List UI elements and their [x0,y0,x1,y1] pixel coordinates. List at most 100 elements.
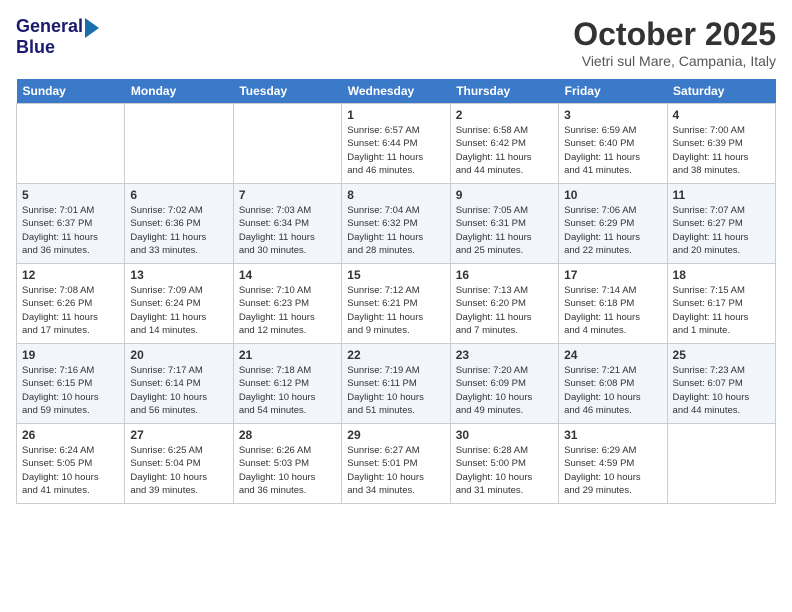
logo: General Blue [16,16,99,58]
calendar-cell: 21Sunrise: 7:18 AM Sunset: 6:12 PM Dayli… [233,344,341,424]
day-info: Sunrise: 7:09 AM Sunset: 6:24 PM Dayligh… [130,284,227,337]
day-info: Sunrise: 7:01 AM Sunset: 6:37 PM Dayligh… [22,204,119,257]
day-info: Sunrise: 7:18 AM Sunset: 6:12 PM Dayligh… [239,364,336,417]
day-info: Sunrise: 7:10 AM Sunset: 6:23 PM Dayligh… [239,284,336,337]
logo-arrow-icon [85,18,99,38]
weekday-header-tuesday: Tuesday [233,79,341,104]
day-info: Sunrise: 7:21 AM Sunset: 6:08 PM Dayligh… [564,364,661,417]
calendar-cell: 10 Sunrise: 7:06 AM Sunset: 6:29 PM Dayli… [559,184,667,264]
calendar-cell: 14 Sunrise: 7:10 AM Sunset: 6:23 PM Dayli… [233,264,341,344]
day-info: Sunrise: 7:13 AM Sunset: 6:20 PM Dayligh… [456,284,553,337]
day-number: 7 [239,188,336,202]
day-info: Sunrise: 6:26 AM Sunset: 5:03 PM Dayligh… [239,444,336,497]
day-number: 22 [347,348,444,362]
calendar-cell: 1 Sunrise: 6:57 AM Sunset: 6:44 PM Daylig… [342,104,450,184]
week-row-1: 1 Sunrise: 6:57 AM Sunset: 6:44 PM Daylig… [17,104,776,184]
day-number: 6 [130,188,227,202]
day-info: Sunrise: 7:12 AM Sunset: 6:21 PM Dayligh… [347,284,444,337]
day-info: Sunrise: 7:08 AM Sunset: 6:26 PM Dayligh… [22,284,119,337]
calendar-cell: 22 Sunrise: 7:19 AM Sunset: 6:11 PM Dayli… [342,344,450,424]
calendar-cell: 25 Sunrise: 7:23 AM Sunset: 6:07 PM Dayli… [667,344,775,424]
day-info: Sunrise: 7:23 AM Sunset: 6:07 PM Dayligh… [673,364,770,417]
day-info: Sunrise: 6:29 AM Sunset: 4:59 PM Dayligh… [564,444,661,497]
day-info: Sunrise: 7:06 AM Sunset: 6:29 PM Dayligh… [564,204,661,257]
calendar-cell: 16 Sunrise: 7:13 AM Sunset: 6:20 PM Dayli… [450,264,558,344]
week-row-5: 26 Sunrise: 6:24 AM Sunset: 5:05 PM Dayli… [17,424,776,504]
day-info: Sunrise: 7:14 AM Sunset: 6:18 PM Dayligh… [564,284,661,337]
day-number: 1 [347,108,444,122]
day-number: 18 [673,268,770,282]
day-number: 19 [22,348,119,362]
calendar-cell: 5 Sunrise: 7:01 AM Sunset: 6:37 PM Daylig… [17,184,125,264]
day-number: 28 [239,428,336,442]
day-info: Sunrise: 7:19 AM Sunset: 6:11 PM Dayligh… [347,364,444,417]
calendar-cell [17,104,125,184]
day-info: Sunrise: 7:07 AM Sunset: 6:27 PM Dayligh… [673,204,770,257]
calendar-cell: 20 Sunrise: 7:17 AM Sunset: 6:14 PM Dayli… [125,344,233,424]
day-number: 27 [130,428,227,442]
day-info: Sunrise: 6:57 AM Sunset: 6:44 PM Dayligh… [347,124,444,177]
day-info: Sunrise: 7:04 AM Sunset: 6:32 PM Dayligh… [347,204,444,257]
calendar-cell: 30 Sunrise: 6:28 AM Sunset: 5:00 PM Dayli… [450,424,558,504]
day-number: 11 [673,188,770,202]
calendar-cell [667,424,775,504]
calendar-cell: 12Sunrise: 7:08 AM Sunset: 6:26 PM Dayli… [17,264,125,344]
day-info: Sunrise: 7:05 AM Sunset: 6:31 PM Dayligh… [456,204,553,257]
calendar-cell: 18 Sunrise: 7:15 AM Sunset: 6:17 PM Dayli… [667,264,775,344]
day-info: Sunrise: 7:16 AM Sunset: 6:15 PM Dayligh… [22,364,119,417]
day-number: 14 [239,268,336,282]
calendar-cell: 13 Sunrise: 7:09 AM Sunset: 6:24 PM Dayli… [125,264,233,344]
calendar-cell: 9 Sunrise: 7:05 AM Sunset: 6:31 PM Daylig… [450,184,558,264]
calendar-cell: 19 Sunrise: 7:16 AM Sunset: 6:15 PM Dayli… [17,344,125,424]
day-info: Sunrise: 6:28 AM Sunset: 5:00 PM Dayligh… [456,444,553,497]
location-subtitle: Vietri sul Mare, Campania, Italy [573,53,776,69]
calendar-cell: 24Sunrise: 7:21 AM Sunset: 6:08 PM Dayli… [559,344,667,424]
weekday-header-monday: Monday [125,79,233,104]
day-number: 29 [347,428,444,442]
calendar-cell: 8 Sunrise: 7:04 AM Sunset: 6:32 PM Daylig… [342,184,450,264]
calendar-cell: 31Sunrise: 6:29 AM Sunset: 4:59 PM Dayli… [559,424,667,504]
weekday-header-sunday: Sunday [17,79,125,104]
calendar-cell: 28 Sunrise: 6:26 AM Sunset: 5:03 PM Dayli… [233,424,341,504]
day-number: 25 [673,348,770,362]
day-number: 13 [130,268,227,282]
calendar-cell: 6 Sunrise: 7:02 AM Sunset: 6:36 PM Daylig… [125,184,233,264]
calendar-cell: 23 Sunrise: 7:20 AM Sunset: 6:09 PM Dayli… [450,344,558,424]
day-number: 17 [564,268,661,282]
weekday-header-row: SundayMondayTuesdayWednesdayThursdayFrid… [17,79,776,104]
day-info: Sunrise: 6:25 AM Sunset: 5:04 PM Dayligh… [130,444,227,497]
day-info: Sunrise: 7:15 AM Sunset: 6:17 PM Dayligh… [673,284,770,337]
day-number: 5 [22,188,119,202]
day-number: 30 [456,428,553,442]
week-row-3: 12Sunrise: 7:08 AM Sunset: 6:26 PM Dayli… [17,264,776,344]
week-row-2: 5 Sunrise: 7:01 AM Sunset: 6:37 PM Daylig… [17,184,776,264]
day-info: Sunrise: 6:24 AM Sunset: 5:05 PM Dayligh… [22,444,119,497]
day-info: Sunrise: 7:17 AM Sunset: 6:14 PM Dayligh… [130,364,227,417]
page-header: General Blue October 2025 Vietri sul Mar… [16,16,776,69]
weekday-header-thursday: Thursday [450,79,558,104]
calendar-cell: 7Sunrise: 7:03 AM Sunset: 6:34 PM Daylig… [233,184,341,264]
calendar-cell: 3Sunrise: 6:59 AM Sunset: 6:40 PM Daylig… [559,104,667,184]
day-info: Sunrise: 7:02 AM Sunset: 6:36 PM Dayligh… [130,204,227,257]
calendar-cell: 15 Sunrise: 7:12 AM Sunset: 6:21 PM Dayli… [342,264,450,344]
month-title: October 2025 [573,16,776,53]
day-number: 15 [347,268,444,282]
day-number: 16 [456,268,553,282]
day-info: Sunrise: 6:58 AM Sunset: 6:42 PM Dayligh… [456,124,553,177]
weekday-header-saturday: Saturday [667,79,775,104]
title-block: October 2025 Vietri sul Mare, Campania, … [573,16,776,69]
day-number: 9 [456,188,553,202]
calendar-cell [125,104,233,184]
day-number: 23 [456,348,553,362]
day-number: 10 [564,188,661,202]
day-info: Sunrise: 7:20 AM Sunset: 6:09 PM Dayligh… [456,364,553,417]
calendar-cell: 17 Sunrise: 7:14 AM Sunset: 6:18 PM Dayli… [559,264,667,344]
day-number: 20 [130,348,227,362]
calendar-table: SundayMondayTuesdayWednesdayThursdayFrid… [16,79,776,504]
day-number: 26 [22,428,119,442]
calendar-cell: 29Sunrise: 6:27 AM Sunset: 5:01 PM Dayli… [342,424,450,504]
day-number: 8 [347,188,444,202]
logo-text-line2: Blue [16,38,99,58]
weekday-header-wednesday: Wednesday [342,79,450,104]
day-info: Sunrise: 7:00 AM Sunset: 6:39 PM Dayligh… [673,124,770,177]
